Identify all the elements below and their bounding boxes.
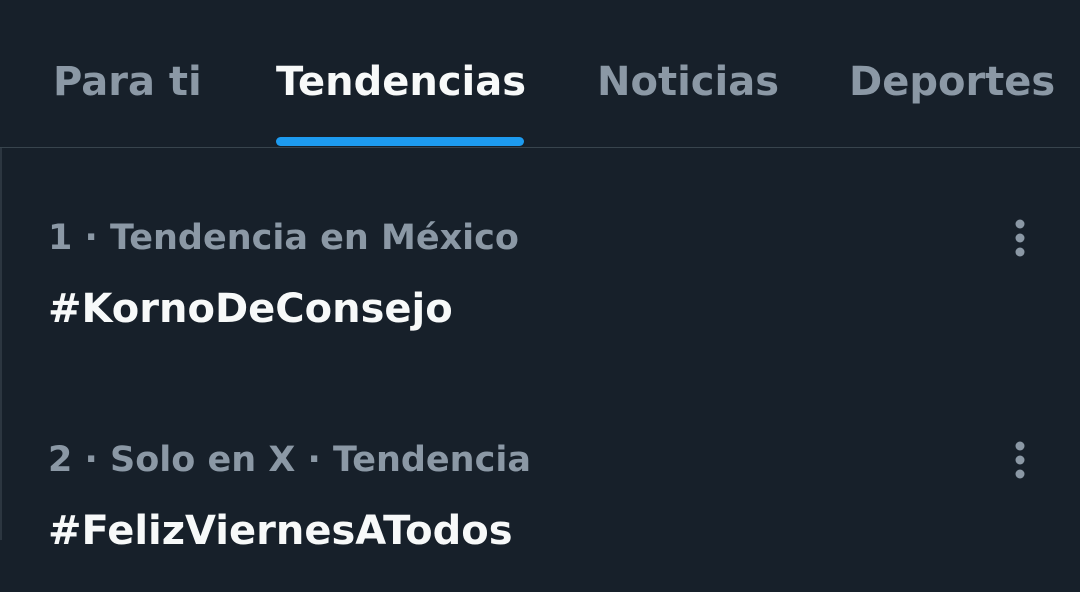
tab-bar: Para ti Tendencias Noticias Deportes [0,0,1080,148]
tab-noticias[interactable]: Noticias [597,54,779,110]
trend-title: #KornoDeConsejo [48,286,453,332]
trend-item[interactable]: 2 · Solo en X · Tendencia #FelizViernesA… [0,370,1080,592]
tab-deportes[interactable]: Deportes [849,54,1055,110]
trend-context: 1 · Tendencia en México [48,218,519,258]
trend-context: 2 · Solo en X · Tendencia [48,440,531,480]
tab-tendencias[interactable]: Tendencias [276,54,526,110]
more-vertical-icon[interactable] [1000,436,1040,484]
active-tab-indicator [276,137,524,146]
more-vertical-icon[interactable] [1000,214,1040,262]
trend-item[interactable]: 1 · Tendencia en México #KornoDeConsejo [0,148,1080,370]
tab-para-ti[interactable]: Para ti [53,54,202,110]
trend-title: #FelizViernesATodos [48,508,513,554]
